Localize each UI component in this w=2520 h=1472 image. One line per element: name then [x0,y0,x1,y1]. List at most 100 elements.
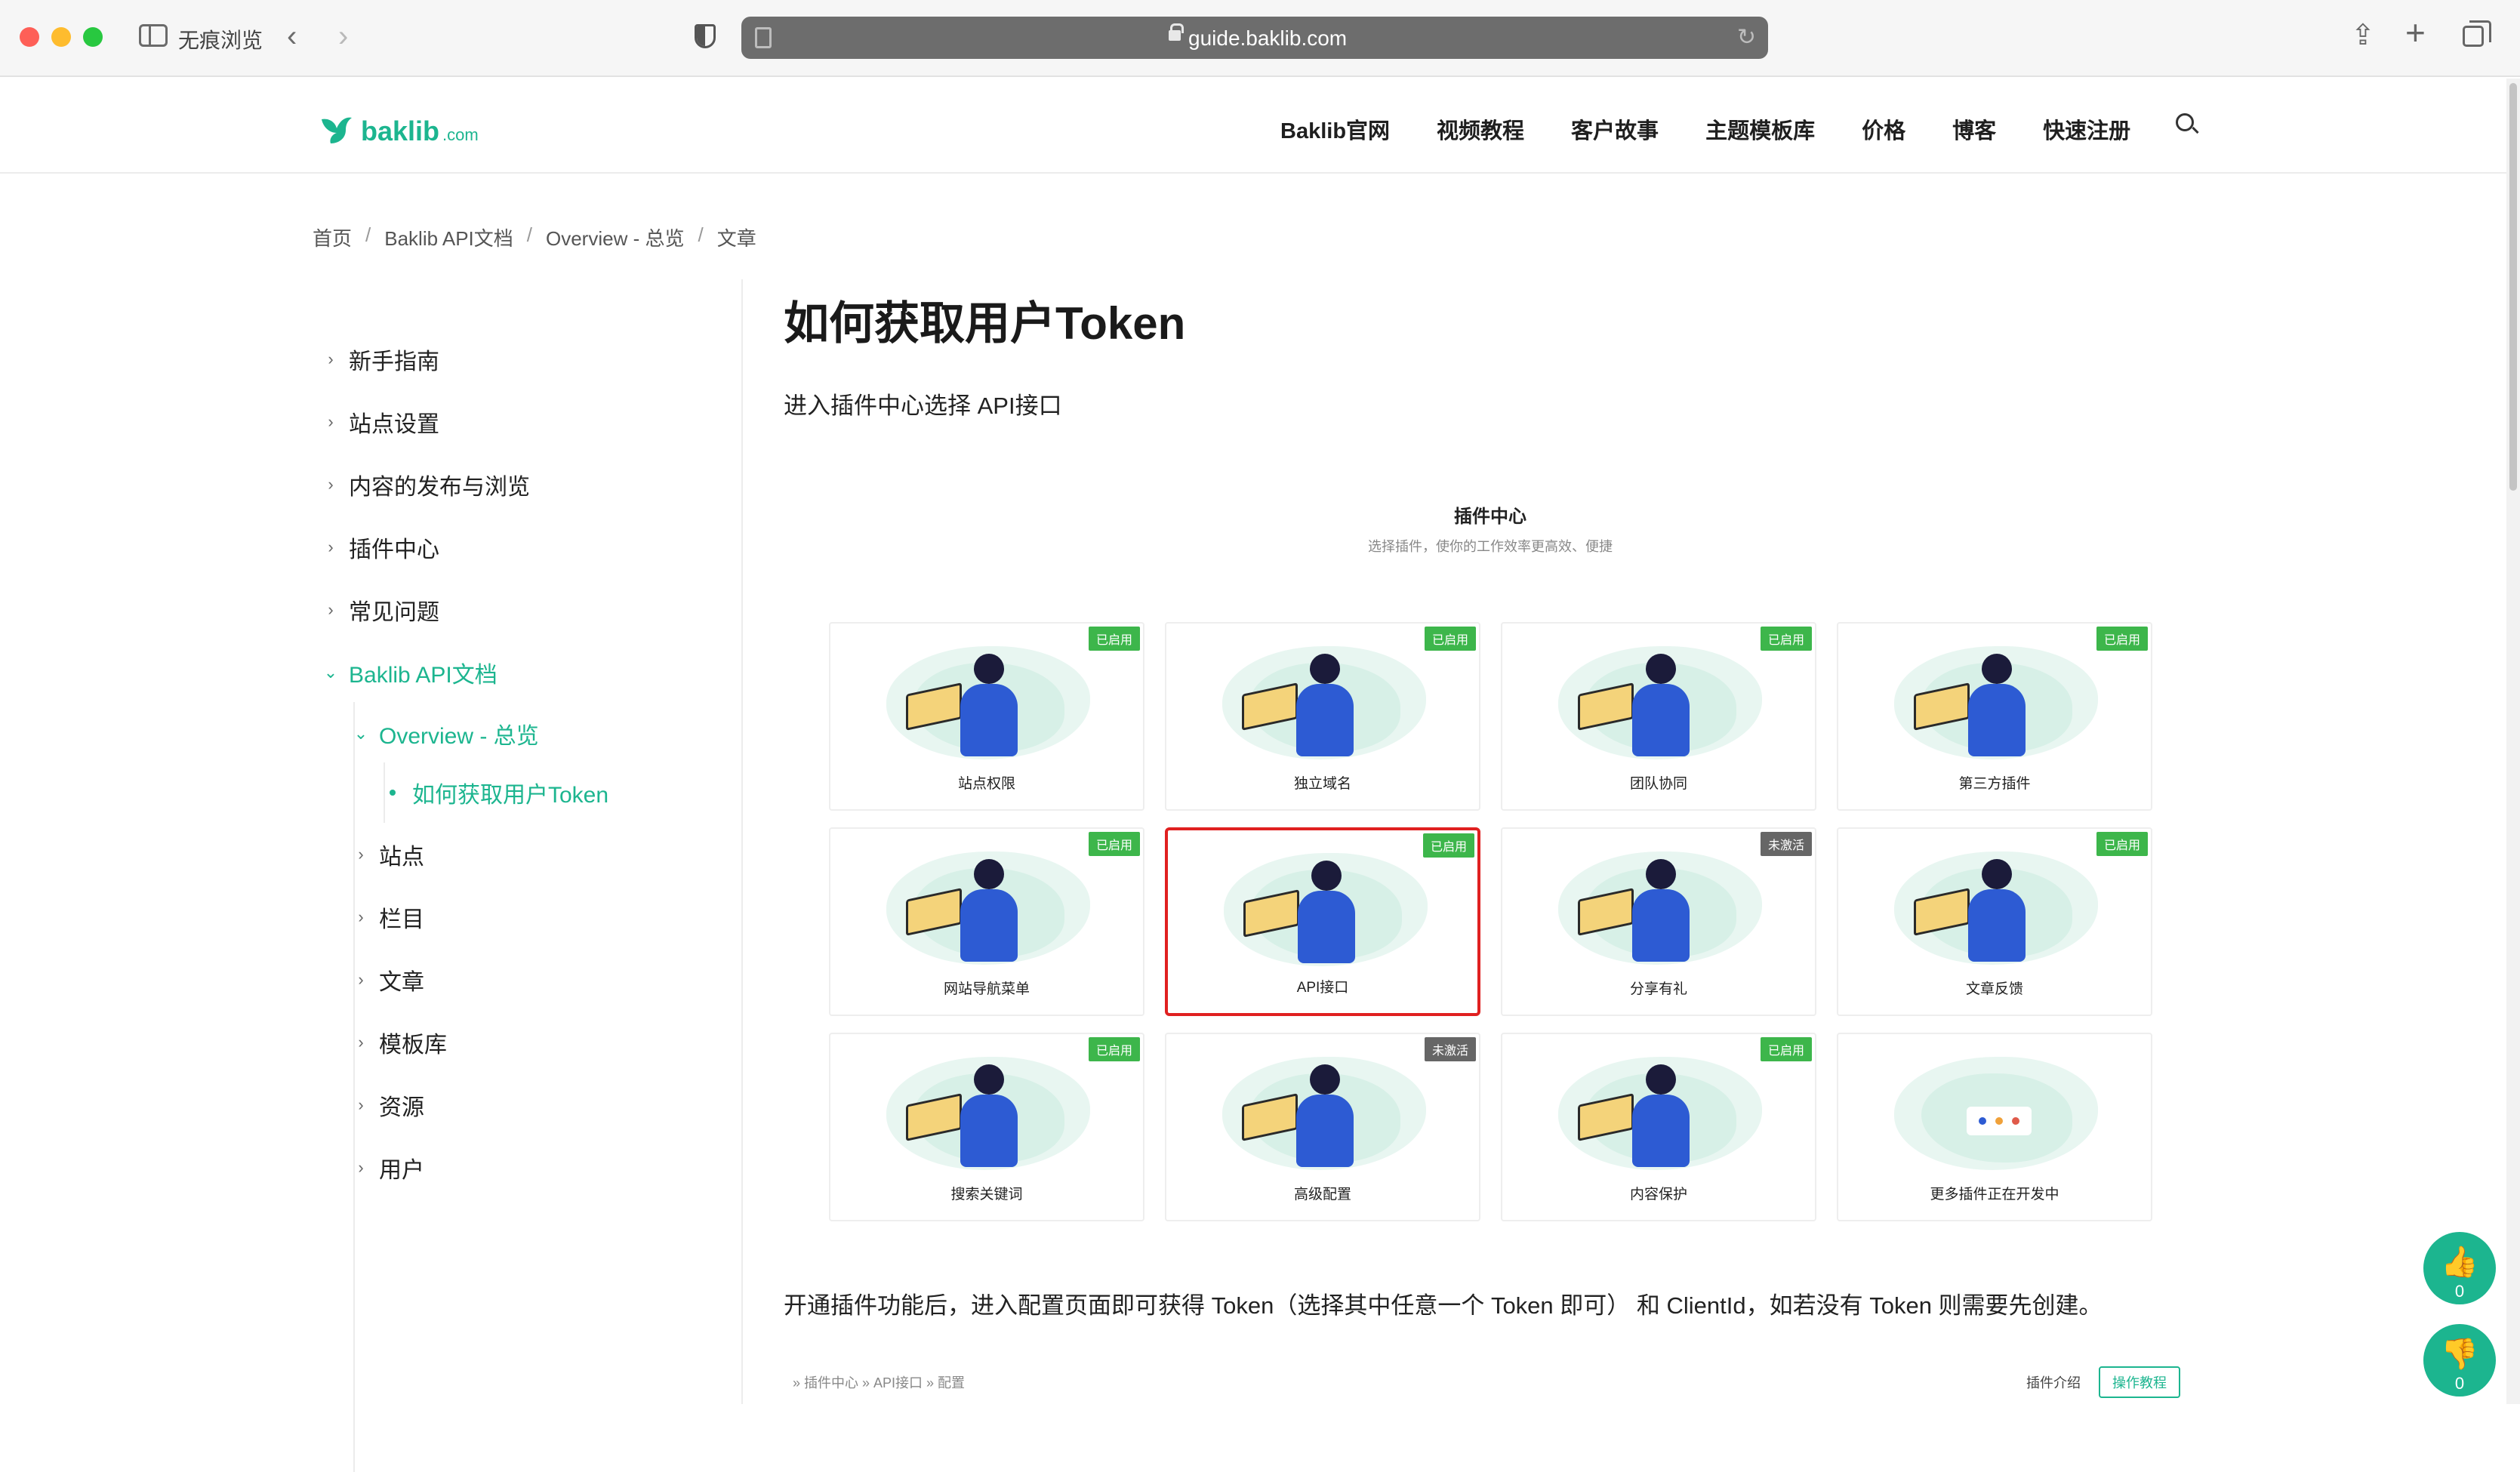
address-bar[interactable]: guide.baklib.com ↻ [741,17,1768,59]
new-tab-button[interactable]: + [2405,12,2426,53]
plugin-card[interactable]: 内容保护 已启用 [1501,1033,1816,1221]
plugin-card[interactable]: 搜索关键词 已启用 [829,1033,1144,1221]
tab-overview-icon[interactable] [2463,20,2491,47]
nav-video-tutorials[interactable]: 视频教程 [1437,113,1524,145]
illustration-person-head [1982,654,2012,684]
sidebar-item-overview[interactable]: ⌄ Overview - 总览 [352,717,539,750]
plugin-status-badge: 已启用 [1088,832,1140,856]
plugin-card[interactable]: 独立域名 已启用 [1165,622,1480,811]
article-title: 如何获取用户Token [784,298,1186,349]
sidebar-item-label: 常见问题 [349,600,439,625]
sidebar-item-label: 新手指南 [349,350,439,374]
thumbs-up-button[interactable]: 👍 0 [2423,1232,2496,1304]
sidebar-item-channels[interactable]: › 栏目 [352,901,424,934]
nav-baklib-official[interactable]: Baklib官网 [1280,113,1390,145]
sidebar-item-label: 资源 [379,1095,424,1120]
chevron-right-icon: › [328,412,334,431]
sidebar-item-templates[interactable]: › 模板库 [352,1026,447,1059]
sidebar-item-beginner-guide[interactable]: › 新手指南 [322,343,439,376]
nav-blog[interactable]: 博客 [1952,113,1996,145]
lock-icon [1169,23,1184,41]
plugin-status-badge: 未激活 [1424,1037,1476,1061]
plugin-card[interactable]: 文章反馈 已启用 [1837,827,2152,1016]
illustration-person-body [1296,1095,1354,1167]
page-scrollbar[interactable] [2506,79,2520,1404]
tutorial-button[interactable]: 操作教程 [2099,1366,2180,1398]
close-window-button[interactable] [20,27,39,47]
illustration-person-head [974,1064,1004,1095]
dot [1995,1117,2003,1125]
chevron-right-icon: › [358,1033,364,1052]
illustration-person-body [960,889,1018,962]
plugin-card[interactable]: 高级配置 未激活 [1165,1033,1480,1221]
plugin-card[interactable]: 第三方插件 已启用 [1837,622,2152,811]
window-controls [20,27,103,47]
private-browsing-label: 无痕浏览 [178,29,263,52]
plugin-card-name: 分享有礼 [1629,981,1687,997]
scrollbar-thumb[interactable] [2509,83,2517,491]
illustration-person-head [1646,859,1676,889]
breadcrumb-api-docs[interactable]: Baklib API文档 [384,223,513,251]
thumbs-up-icon: 👍 [2441,1246,2478,1279]
sidebar-item-plugin-center[interactable]: › 插件中心 [322,531,439,564]
illustration-person-head [1310,1064,1340,1095]
plugin-status-badge: 已启用 [2096,627,2148,651]
minimize-window-button[interactable] [51,27,71,47]
illustration-person-head [1646,1064,1676,1095]
sidebar-item-label: 插件中心 [349,537,439,562]
sidebar-item-label: 如何获取用户Token [412,783,609,808]
thumbs-down-button[interactable]: 👎 0 [2423,1324,2496,1397]
breadcrumb-separator: / [365,223,371,246]
logo-suffix: .com [442,125,479,144]
reload-icon[interactable]: ↻ [1737,24,1756,51]
chevron-right-icon: › [328,350,334,368]
sidebar-item-resources[interactable]: › 资源 [352,1089,424,1122]
nav-customer-stories[interactable]: 客户故事 [1571,113,1659,145]
nav-quick-signup[interactable]: 快速注册 [2043,113,2130,145]
plugin-card-name: 搜索关键词 [950,1187,1023,1203]
privacy-shield-icon[interactable] [695,24,716,48]
chevron-right-icon: › [358,907,364,926]
current-dot-icon [390,790,396,796]
plugin-card[interactable]: 站点权限 已启用 [829,622,1144,811]
illustration-person-head [1311,861,1342,891]
sidebar-item-api-docs[interactable]: ⌄ Baklib API文档 [322,656,498,689]
plugin-card[interactable]: 分享有礼 未激活 [1501,827,1816,1016]
search-icon[interactable] [2176,113,2194,131]
sidebar-toggle-icon[interactable] [139,24,168,47]
share-icon[interactable]: ⇪ [2351,18,2375,52]
sidebar-item-label: Baklib API文档 [349,663,498,688]
breadcrumb-home[interactable]: 首页 [313,223,352,251]
breadcrumb-overview[interactable]: Overview - 总览 [546,223,684,251]
plugin-center-title: 插件中心 [1454,507,1526,527]
plugin-card[interactable]: API接口 已启用 [1165,827,1480,1016]
nav-theme-templates[interactable]: 主题模板库 [1705,113,1815,145]
sidebar-item-label: 内容的发布与浏览 [349,475,530,500]
maximize-window-button[interactable] [83,27,103,47]
plugin-card-name: 文章反馈 [1965,981,2023,997]
plugin-status-badge: 已启用 [1422,833,1474,858]
forward-button[interactable]: › [338,20,348,54]
sidebar-item-publish-browse[interactable]: › 内容的发布与浏览 [322,468,530,501]
illustration-person-head [1982,859,2012,889]
sidebar-item-current-article[interactable]: 如何获取用户Token [382,776,608,809]
sidebar-item-site-settings[interactable]: › 站点设置 [322,405,439,439]
nav-pricing[interactable]: 价格 [1862,113,1905,145]
sidebar-item-faq[interactable]: › 常见问题 [322,593,439,627]
sidebar-item-users[interactable]: › 用户 [352,1151,424,1184]
plugin-card[interactable]: 网站导航菜单 已启用 [829,827,1144,1016]
plugin-card[interactable]: 团队协同 已启用 [1501,622,1816,811]
site-logo[interactable]: baklib .com [319,109,479,147]
illustration-person-head [974,859,1004,889]
sidebar-item-label: 模板库 [379,1033,447,1058]
sidebar-item-sites[interactable]: › 站点 [352,838,424,871]
chevron-down-icon: ⌄ [323,663,338,682]
back-button[interactable]: ‹ [287,20,297,54]
config-breadcrumb: » 插件中心 » API接口 » 配置 [793,1375,966,1390]
plugin-card-name: 内容保护 [1629,1187,1687,1203]
plugin-card[interactable]: 更多插件正在开发中 [1837,1033,2152,1221]
plugin-intro-link[interactable]: 插件介绍 [2026,1372,2081,1392]
sidebar-item-articles[interactable]: › 文章 [352,963,424,996]
plugin-center-subtitle: 选择插件，使你的工作效率更高效、便捷 [1368,539,1613,554]
breadcrumb-current: 文章 [716,227,756,250]
